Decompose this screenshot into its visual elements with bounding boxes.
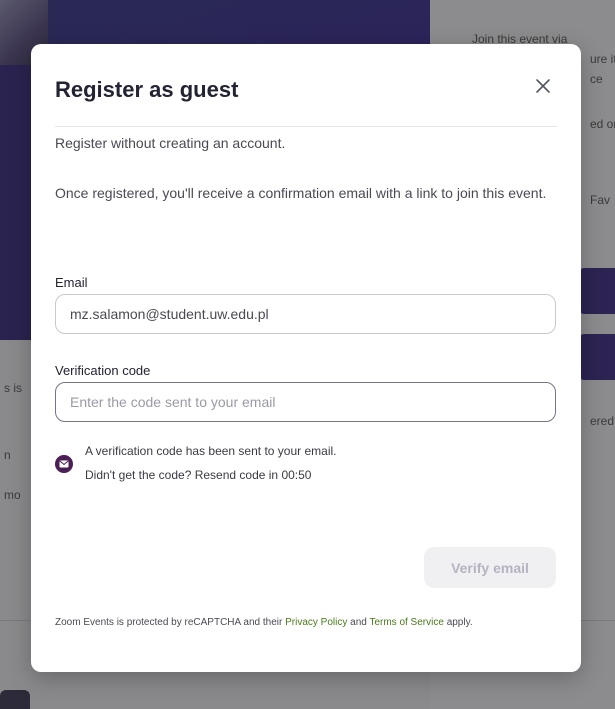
bg-text-ce: ce: [590, 72, 603, 86]
close-button[interactable]: [531, 74, 555, 98]
email-field[interactable]: [55, 294, 556, 334]
footer-suffix: apply.: [446, 617, 473, 628]
verification-code-label: Verification code: [55, 363, 151, 378]
recaptcha-footer: Zoom Events is protected by reCAPTCHA an…: [55, 615, 555, 630]
notice-resend-line: Didn't get the code? Resend code in 00:5…: [85, 468, 311, 482]
register-guest-modal: Register as guest Register without creat…: [31, 44, 581, 672]
resend-code-countdown: Resend code in 00:50: [194, 468, 312, 482]
close-icon: [536, 79, 550, 93]
bg-text-ure: ure it: [590, 52, 615, 66]
modal-subtitle: Register without creating an account.: [55, 135, 286, 151]
bg-button-2: [580, 334, 615, 380]
modal-title: Register as guest: [55, 77, 239, 102]
footer-prefix: Zoom Events is protected by reCAPTCHA an…: [55, 617, 283, 628]
bg-text-s-is: s is: [4, 381, 22, 395]
bg-bottom-button: [0, 690, 30, 709]
bg-button-1: [580, 268, 615, 314]
header-divider: [55, 126, 557, 127]
confirmation-info: Once registered, you'll receive a confir…: [55, 185, 547, 201]
verify-email-button[interactable]: Verify email: [424, 547, 556, 588]
footer-and: and: [350, 617, 367, 628]
email-label: Email: [55, 275, 88, 290]
mail-icon: [55, 455, 73, 473]
notice-didnt-get-text: Didn't get the code?: [85, 468, 192, 482]
privacy-policy-link[interactable]: Privacy Policy: [285, 617, 347, 628]
bg-text-ed-or: ed or: [590, 117, 615, 131]
bg-text-mo: mo: [4, 488, 21, 502]
bg-text-fav: Fav: [590, 193, 611, 207]
terms-of-service-link[interactable]: Terms of Service: [369, 617, 443, 628]
bg-text-ered: ered v: [590, 414, 615, 428]
notice-sent-text: A verification code has been sent to you…: [85, 444, 337, 458]
bg-text-n: n: [4, 448, 11, 462]
verification-code-input[interactable]: [55, 382, 556, 422]
